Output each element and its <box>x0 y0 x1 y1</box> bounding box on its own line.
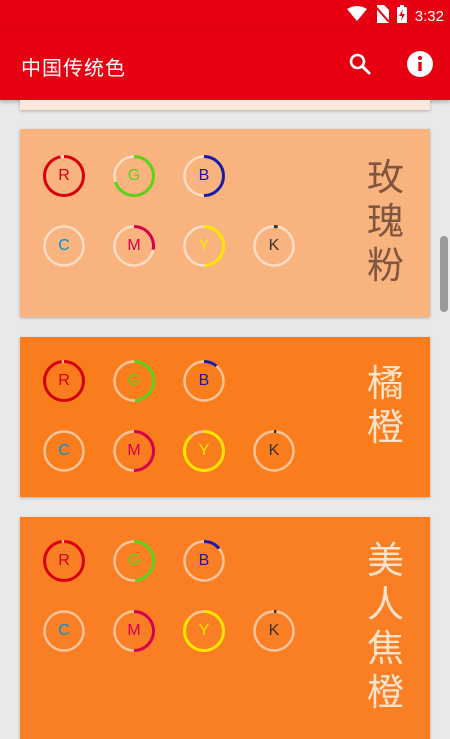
dial-letter: R <box>58 372 70 389</box>
dial-b: B <box>182 154 226 198</box>
dial-c: C <box>42 224 86 268</box>
app-title: 中国传统色 <box>21 56 126 80</box>
dial-letter: K <box>268 442 280 459</box>
dial-y: Y <box>182 224 226 268</box>
dial-y: Y <box>182 429 226 473</box>
dial-g: G <box>112 539 156 583</box>
dial-letter: M <box>127 622 141 639</box>
dial-b: B <box>182 539 226 583</box>
dial-letter: K <box>268 237 280 254</box>
color-name-char: 美 <box>367 539 404 582</box>
color-name-char: 人 <box>367 583 404 626</box>
dial-letter: G <box>127 552 141 569</box>
dial-letter: C <box>58 237 70 254</box>
color-name-char: 粉 <box>367 244 404 287</box>
dial-letter: B <box>198 552 210 569</box>
battery-charging-icon <box>396 5 407 27</box>
color-name: 美人焦橙 <box>367 539 404 715</box>
dial-k: K <box>252 429 296 473</box>
dial-m: M <box>112 224 156 268</box>
dial-r: R <box>42 154 86 198</box>
dial-letter: K <box>268 622 280 639</box>
info-icon <box>406 50 434 82</box>
dial-letter: Y <box>198 237 210 254</box>
dial-g: G <box>112 359 156 403</box>
no-sim-icon <box>374 5 390 27</box>
dial-m: M <box>112 429 156 473</box>
dial-k: K <box>252 609 296 653</box>
info-button[interactable] <box>403 49 437 83</box>
color-name: 橘橙 <box>367 362 404 450</box>
dial-y: Y <box>182 609 226 653</box>
color-card[interactable]: R G B C M Y K 美人焦橙 <box>20 517 430 739</box>
search-icon <box>348 52 372 80</box>
dial-letter: M <box>127 237 141 254</box>
color-card[interactable]: R G B C M Y K 橘橙 <box>20 337 430 497</box>
dial-letter: Y <box>198 442 210 459</box>
color-card[interactable]: R G B C M Y K 玫瑰粉 <box>20 129 430 317</box>
dial-b: B <box>182 359 226 403</box>
search-button[interactable] <box>343 49 377 83</box>
dial-letter: M <box>127 442 141 459</box>
dial-letter: C <box>58 442 70 459</box>
color-list[interactable]: RGBCMYK 玫瑰粉 RGBCMYK 橘橙 RGBCMYK 美人焦橙 <box>0 100 450 739</box>
dial-g: G <box>112 154 156 198</box>
color-name-char: 橙 <box>367 671 404 714</box>
dial-letter: B <box>198 167 210 184</box>
status-time: 3:32 <box>414 7 444 25</box>
dial-letter: G <box>127 167 141 184</box>
dial-k: K <box>252 224 296 268</box>
color-name: 玫瑰粉 <box>367 156 404 288</box>
dial-r: R <box>42 359 86 403</box>
dial-letter: C <box>58 622 70 639</box>
color-name-char: 焦 <box>367 627 404 670</box>
color-name-char: 橘 <box>367 362 404 405</box>
color-card-previous[interactable] <box>20 100 430 110</box>
color-name-char: 瑰 <box>367 200 404 243</box>
app-bar: 中国传统色 <box>0 32 450 100</box>
scrollbar-thumb[interactable] <box>440 236 448 312</box>
dial-r: R <box>42 539 86 583</box>
dial-letter: G <box>127 372 141 389</box>
dial-m: M <box>112 609 156 653</box>
dial-letter: R <box>58 552 70 569</box>
dial-letter: Y <box>198 622 210 639</box>
dial-c: C <box>42 609 86 653</box>
color-name-char: 橙 <box>367 406 404 449</box>
status-bar: 3:32 <box>0 0 450 32</box>
wifi-icon <box>346 6 367 26</box>
dial-c: C <box>42 429 86 473</box>
dial-letter: B <box>198 372 210 389</box>
dial-letter: R <box>58 167 70 184</box>
color-name-char: 玫 <box>367 156 404 199</box>
